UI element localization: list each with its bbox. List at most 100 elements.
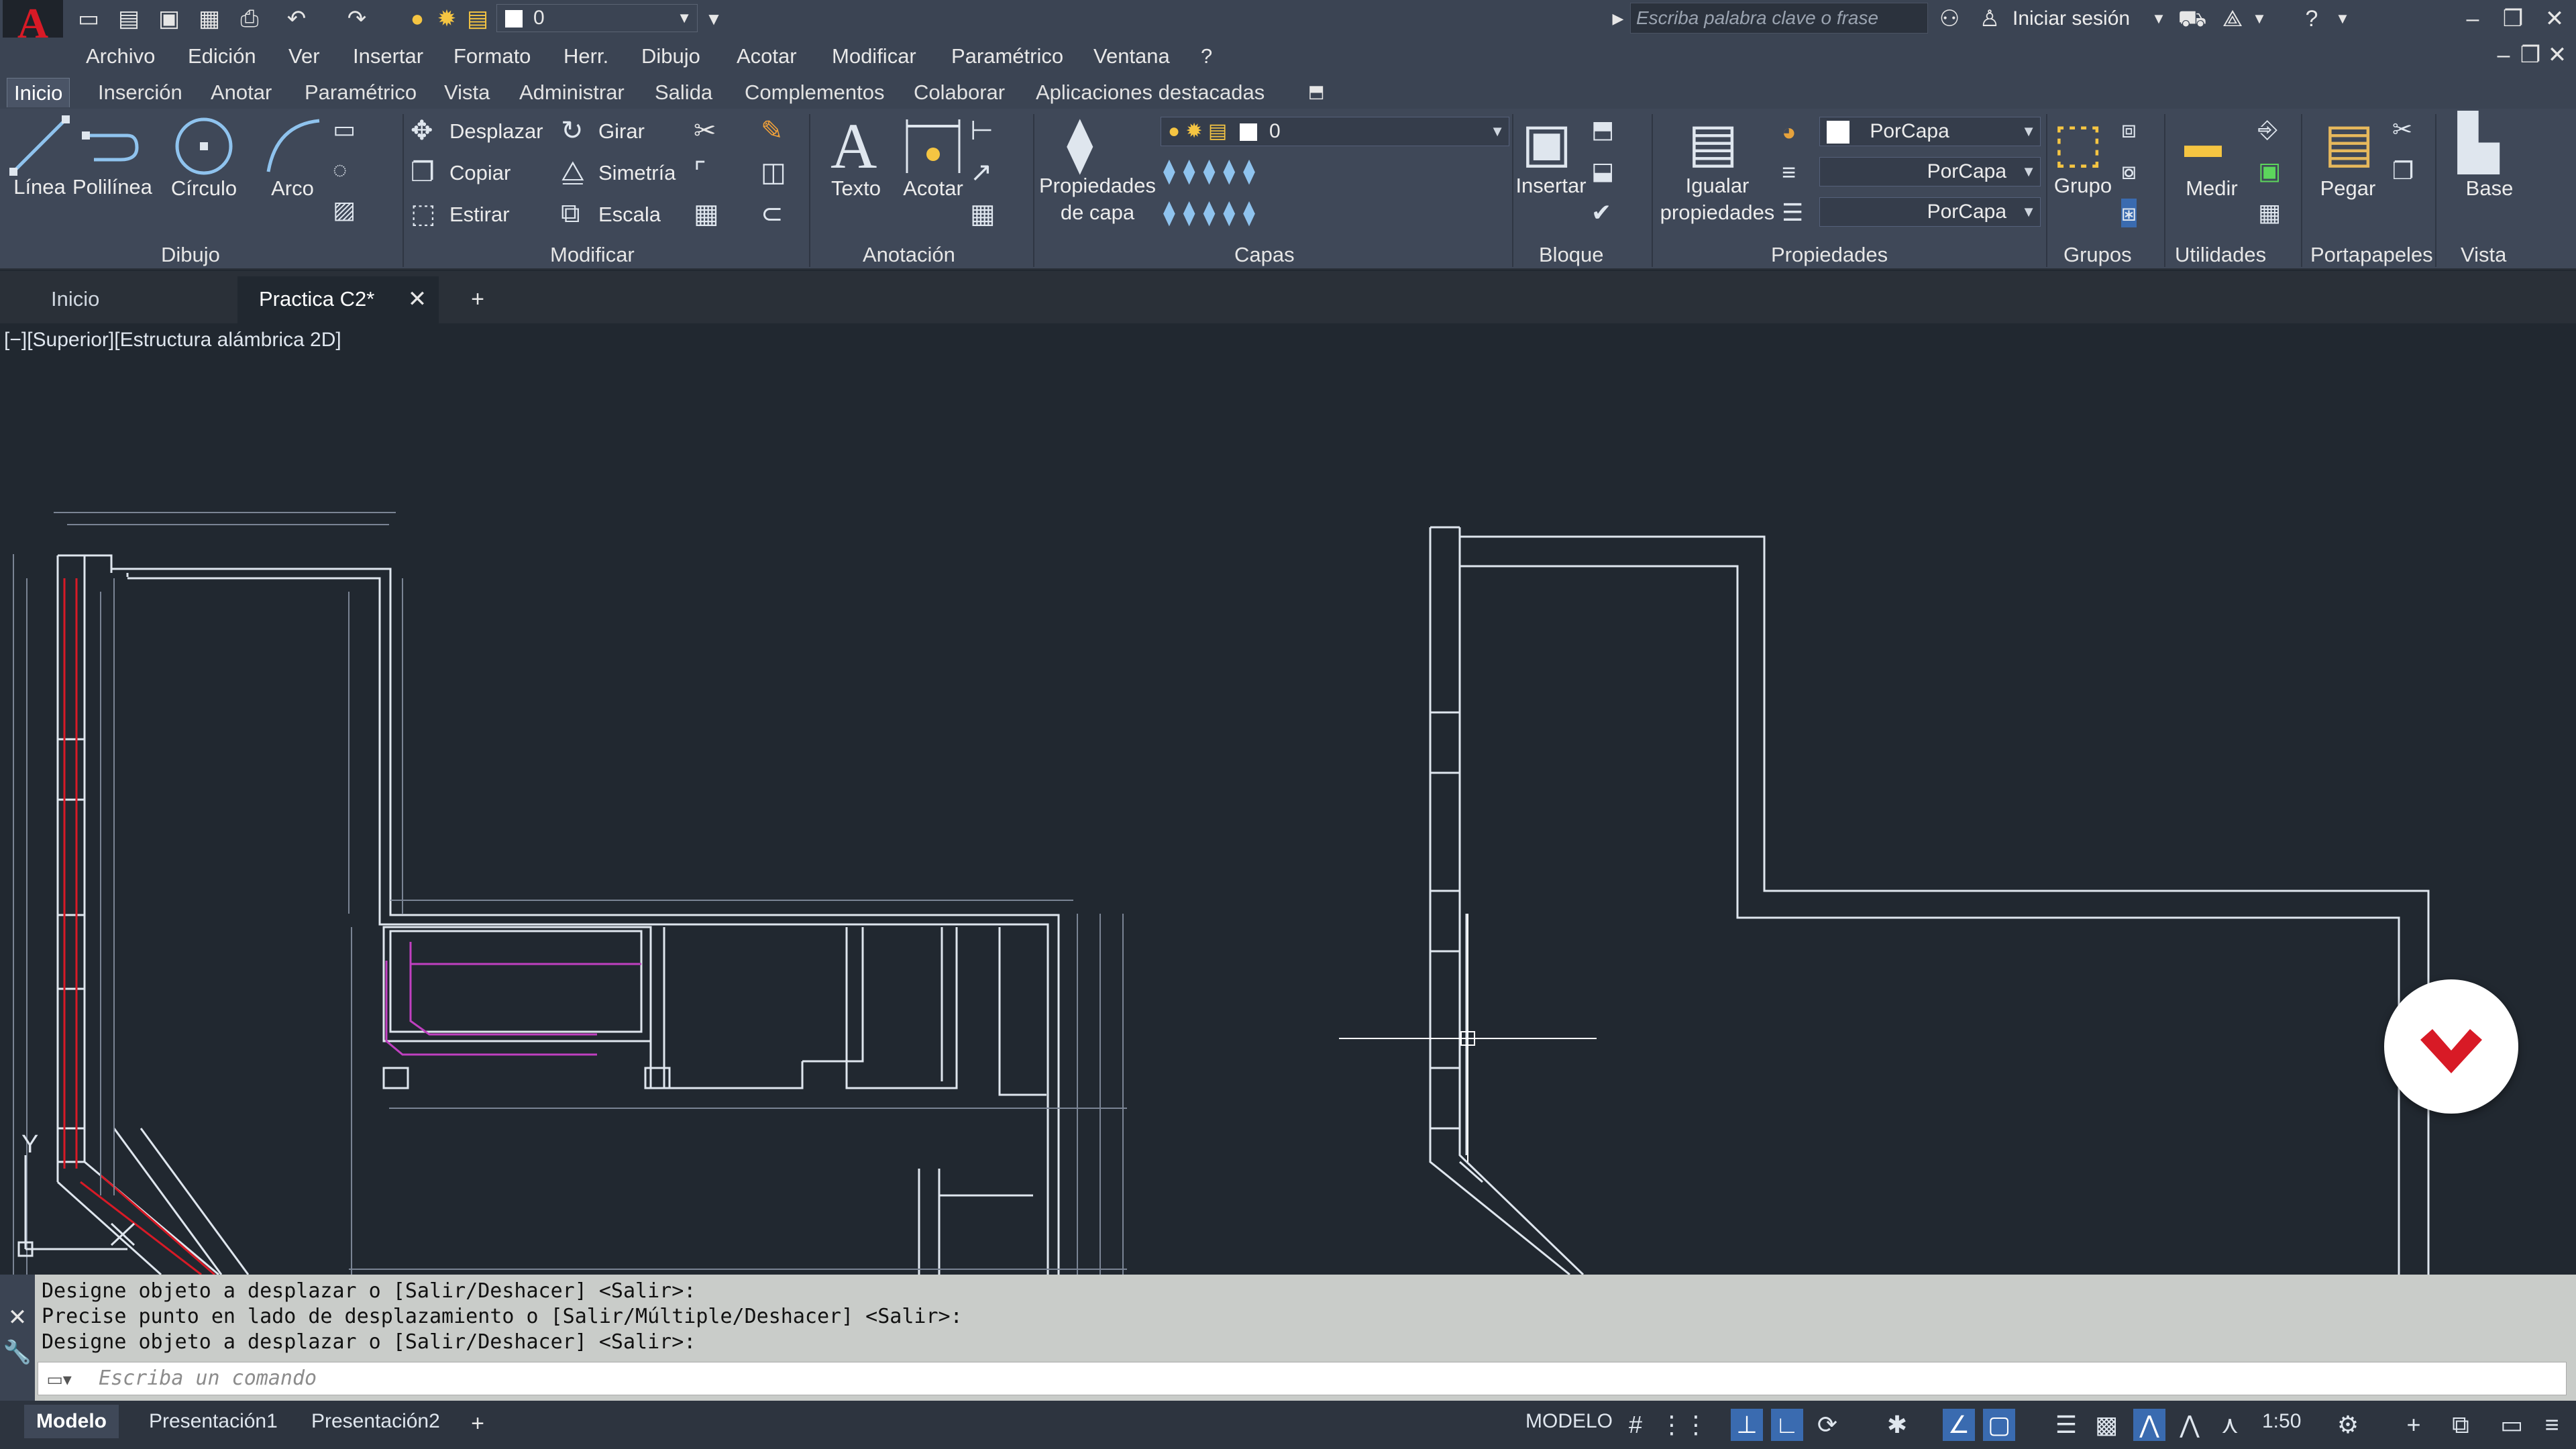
mirror-button[interactable]: Simetría <box>598 160 676 186</box>
tab-administrar[interactable]: Administrar <box>513 78 631 107</box>
menu-formato[interactable]: Formato <box>453 43 531 70</box>
scale-button[interactable]: Escala <box>598 201 661 228</box>
object-snap-icon[interactable]: ▢ <box>1983 1409 2015 1441</box>
a360-chevron-icon[interactable]: ▼ <box>2245 4 2274 34</box>
transparency-icon[interactable]: ▩ <box>2090 1409 2123 1441</box>
lineweight-status-icon[interactable]: ☰ <box>2050 1409 2082 1441</box>
match-props-label-1[interactable]: Igualar <box>1657 173 1778 199</box>
lightbulb-icon[interactable]: ● <box>402 4 432 34</box>
layout-tab-presentacion2[interactable]: Presentación2 <box>299 1405 452 1438</box>
close-tab-icon[interactable]: ✕ <box>402 284 432 314</box>
menu-ventana[interactable]: Ventana <box>1093 43 1170 70</box>
ungroup-icon[interactable]: ⧈ <box>2121 115 2137 144</box>
move-button[interactable]: Desplazar <box>449 118 543 145</box>
binoculars-icon[interactable]: ⚇ <box>1935 4 1964 34</box>
selection-cycling-icon[interactable]: ⋀ <box>2133 1409 2165 1441</box>
grid-icon[interactable]: # <box>1619 1409 1652 1441</box>
workspace-gear-icon[interactable]: ⚙ <box>2332 1409 2364 1441</box>
match-properties-icon[interactable]: ▤ <box>1688 111 1739 174</box>
redo-icon[interactable]: ↷ <box>342 4 372 34</box>
object-snap-tracking-icon[interactable]: ∠ <box>1943 1409 1975 1441</box>
lock-icon[interactable]: ▤ <box>463 4 492 34</box>
view-panel-title[interactable]: Vista <box>2461 241 2506 268</box>
polyline-icon[interactable] <box>80 115 141 176</box>
layer-tools-row1-icon[interactable]: ⧫⧫⧫⧫⧫ <box>1163 157 1263 185</box>
rotate-button[interactable]: Girar <box>598 118 645 145</box>
offset-icon[interactable]: ⊂ <box>761 199 784 229</box>
linear-dim-icon[interactable]: ⊢ <box>970 115 994 146</box>
menu-ver[interactable]: Ver <box>288 43 320 70</box>
group-select-icon[interactable]: ⧆ <box>2121 199 2137 227</box>
properties-panel-title[interactable]: Propiedades <box>1771 241 1888 268</box>
edit-block-icon[interactable]: ⬓ <box>1591 157 1614 185</box>
tab-colaborar[interactable]: Colaborar <box>907 78 1012 107</box>
trim-icon[interactable]: ✂ <box>694 115 716 146</box>
expand-arrow-icon[interactable]: ▶ <box>1603 4 1633 34</box>
ribbon-toggle-icon[interactable]: ⬒ <box>1301 76 1331 106</box>
restore-icon[interactable]: ❐ <box>2498 4 2528 34</box>
menu-modificar[interactable]: Modificar <box>832 43 916 70</box>
tab-insercion[interactable]: Inserción <box>91 78 189 107</box>
mirror-icon[interactable]: ⧋ <box>561 157 585 187</box>
command-close-icon[interactable]: ✕ <box>3 1303 32 1332</box>
linetype-icon[interactable]: ☰ <box>1782 199 1803 227</box>
polyline-label[interactable]: Polilínea <box>72 174 152 200</box>
paste-icon[interactable]: ▤ <box>2324 111 2375 174</box>
group-edit-icon[interactable]: ⧇ <box>2121 157 2137 186</box>
base-label[interactable]: Base <box>2453 176 2526 201</box>
user-icon[interactable]: ♙ <box>1975 4 2004 34</box>
ortho-icon[interactable]: ∟ <box>1771 1409 1803 1441</box>
sun-icon[interactable]: ✹ <box>432 4 462 34</box>
group-icon[interactable]: ⬚ <box>2053 111 2104 174</box>
layout-tab-presentacion1[interactable]: Presentación1 <box>137 1405 290 1438</box>
calculator-icon[interactable]: ▦ <box>2258 199 2281 227</box>
snap-icon[interactable]: ⋮⋮ <box>1660 1409 1708 1441</box>
layer-properties-label-2[interactable]: de capa <box>1038 200 1157 225</box>
menu-help[interactable]: ? <box>1201 43 1212 70</box>
rectangle-icon[interactable]: ▭ <box>333 115 356 144</box>
line-icon[interactable] <box>9 115 70 176</box>
tab-anotar[interactable]: Anotar <box>204 78 278 107</box>
command-settings-icon[interactable]: 🔧 <box>3 1338 32 1367</box>
doc-close-icon[interactable]: ✕ <box>2542 40 2572 70</box>
lineweight-dropdown[interactable]: PorCapa ▼ <box>1819 157 2041 186</box>
layers-panel-title[interactable]: Capas <box>1234 241 1295 268</box>
measure-label[interactable]: Medir <box>2172 176 2251 201</box>
copy-clip-icon[interactable]: ❐ <box>2392 157 2414 185</box>
group-label[interactable]: Grupo <box>2046 173 2120 199</box>
linetype-dropdown[interactable]: PorCapa ▼ <box>1819 197 2041 227</box>
base-view-icon[interactable]: ▙ <box>2458 111 2500 174</box>
paste-label[interactable]: Pegar <box>2312 176 2384 201</box>
cart-icon[interactable]: ⛟ <box>2178 4 2207 34</box>
tab-salida[interactable]: Salida <box>648 78 719 107</box>
annotation-visibility-icon[interactable]: ⋀ <box>2174 1409 2206 1441</box>
cut-icon[interactable]: ✂ <box>2392 115 2412 144</box>
text-icon[interactable]: A <box>830 109 877 183</box>
command-input[interactable]: Escriba un comando <box>38 1362 2567 1395</box>
print-icon[interactable]: ⎙ <box>235 4 264 34</box>
model-space-toggle[interactable]: MODELO <box>1513 1405 1625 1438</box>
new-file-icon[interactable]: ▭ <box>74 4 103 34</box>
menu-dibujo[interactable]: Dibujo <box>641 43 700 70</box>
line-label[interactable]: Línea <box>9 174 70 200</box>
text-label[interactable]: Texto <box>822 176 890 201</box>
isolate-objects-icon[interactable]: ⧉ <box>2445 1409 2477 1441</box>
stretch-icon[interactable]: ⬚ <box>411 199 436 229</box>
circle-icon[interactable] <box>172 114 236 178</box>
arc-icon[interactable] <box>263 115 323 176</box>
open-file-icon[interactable]: ▤ <box>114 4 144 34</box>
id-point-icon[interactable]: ⎆ <box>2258 115 2277 144</box>
create-block-icon[interactable]: ⬒ <box>1591 115 1614 144</box>
scale-icon[interactable]: ⧉ <box>561 199 580 229</box>
color-dropdown[interactable]: PorCapa ▼ <box>1819 117 2041 146</box>
insert-block-icon[interactable]: ▣ <box>1521 111 1572 174</box>
quick-select-icon[interactable]: ▣ <box>2258 157 2281 185</box>
explode-icon[interactable]: ◫ <box>761 157 786 188</box>
measure-icon[interactable]: ▬ <box>2184 122 2222 166</box>
customize-menu-icon[interactable]: ≡ <box>2536 1409 2568 1441</box>
array-icon[interactable]: ▦ <box>694 199 719 229</box>
menu-herr[interactable]: Herr. <box>564 43 608 70</box>
drawing-canvas[interactable]: Y <box>0 323 2576 1275</box>
layer-properties-label-1[interactable]: Propiedades <box>1038 173 1157 199</box>
layer-dropdown[interactable]: ● ✹ ▤ 0 ▼ <box>1161 117 1509 146</box>
